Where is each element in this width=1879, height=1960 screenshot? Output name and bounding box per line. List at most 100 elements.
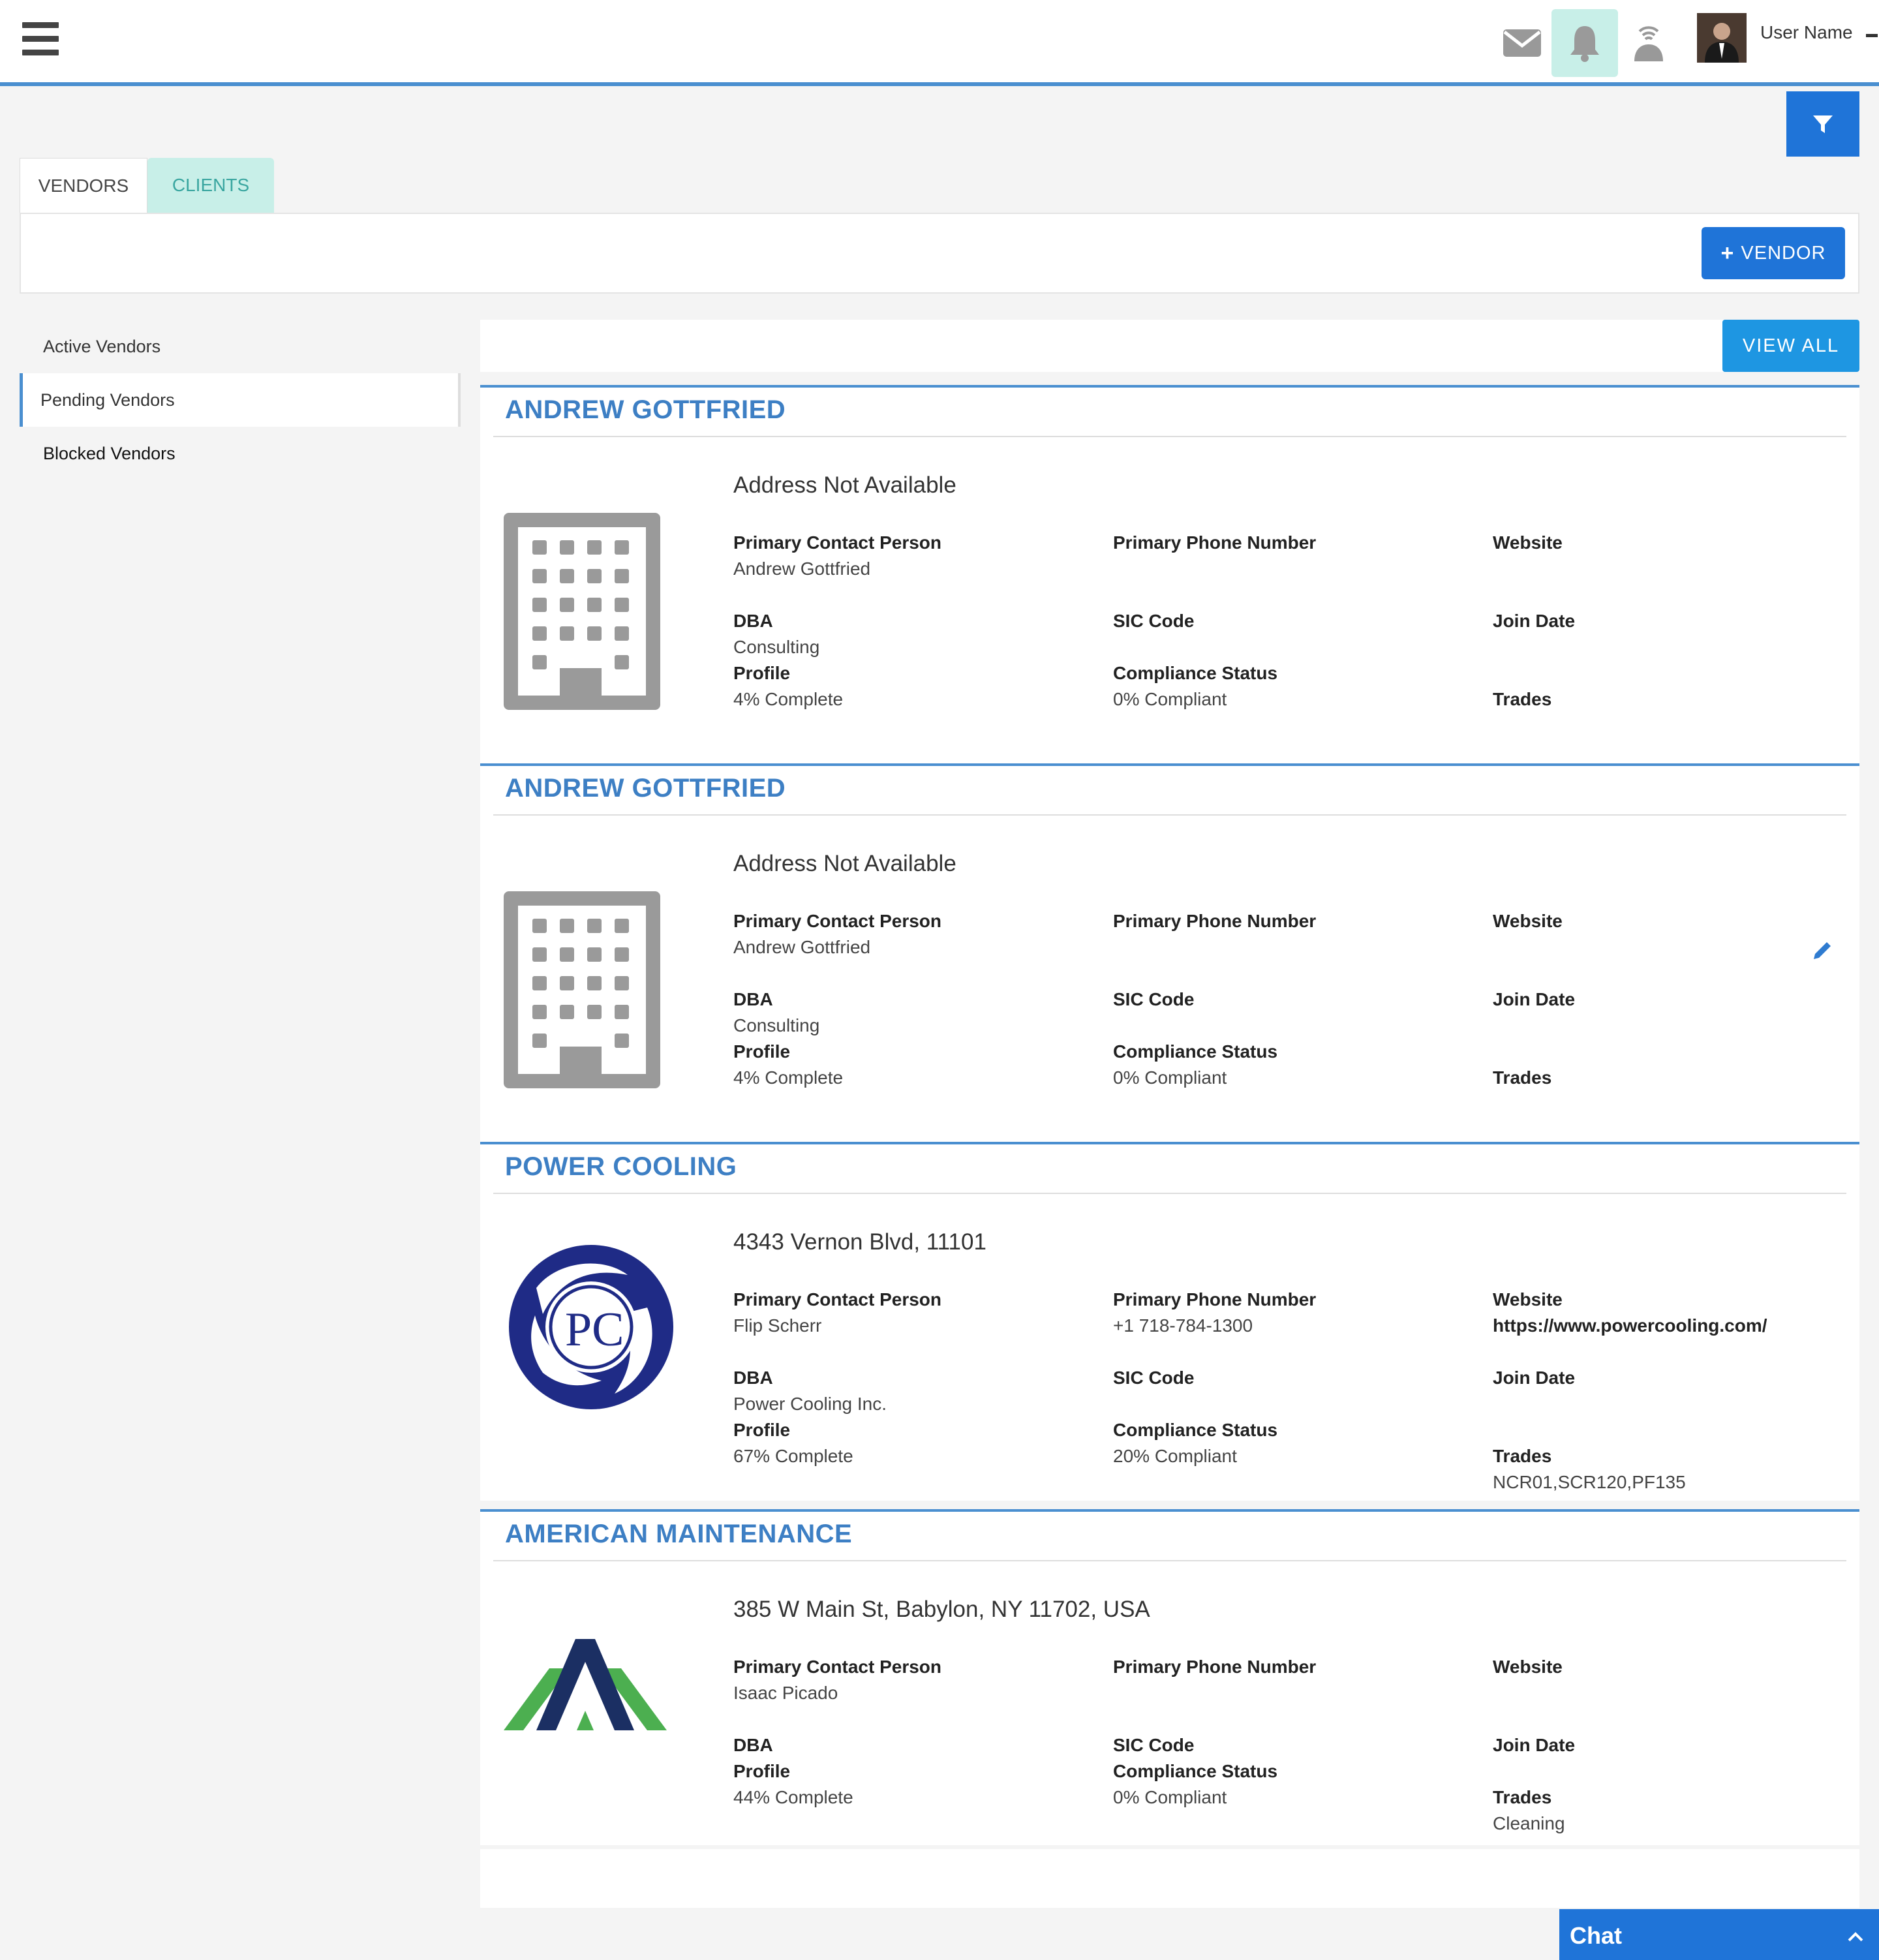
profile-label: Profile [733, 1041, 791, 1062]
compliance-value: 0% Compliant [1113, 1067, 1227, 1088]
vendor-address: Address Not Available [733, 851, 956, 876]
vendor-card: ANDREW GOTTFRIED Address Not Available P… [480, 385, 1859, 763]
list-toolbar [480, 320, 1859, 372]
divider [493, 436, 1846, 437]
user-name[interactable]: User Name [1760, 22, 1853, 43]
sidebar-item-blocked-vendors[interactable]: Blocked Vendors [20, 427, 461, 480]
contact-value: Flip Scherr [733, 1315, 822, 1336]
vendor-name[interactable]: ANDREW GOTTFRIED [505, 774, 786, 803]
profile-label: Profile [733, 1761, 791, 1781]
dba-label: DBA [733, 611, 773, 631]
profile-label: Profile [733, 1420, 791, 1440]
join-label: Join Date [1493, 1735, 1576, 1755]
tab-clients[interactable]: CLIENTS [147, 158, 274, 213]
contact-label: Primary Contact Person [733, 532, 941, 553]
phone-label: Primary Phone Number [1113, 532, 1317, 553]
join-label: Join Date [1493, 989, 1576, 1009]
list-footer [480, 1849, 1859, 1908]
phone-label: Primary Phone Number [1113, 1657, 1317, 1677]
compliance-label: Compliance Status [1113, 1420, 1278, 1440]
trades-value: Cleaning [1493, 1813, 1565, 1833]
vendor-address: Address Not Available [733, 472, 956, 498]
compliance-value: 0% Compliant [1113, 689, 1227, 709]
edit-pencil-icon[interactable] [1811, 940, 1833, 962]
vendor-name[interactable]: POWER COOLING [505, 1152, 737, 1182]
sidebar-item-active-vendors[interactable]: Active Vendors [20, 320, 461, 373]
vendor-name[interactable]: AMERICAN MAINTENANCE [505, 1520, 852, 1549]
menu-icon[interactable] [22, 22, 59, 60]
contact-label: Primary Contact Person [733, 911, 941, 931]
chevron-up-icon[interactable] [1842, 1923, 1869, 1950]
avatar[interactable] [1697, 13, 1747, 63]
divider [493, 1193, 1846, 1194]
trades-label: Trades [1493, 1787, 1552, 1807]
compliance-label: Compliance Status [1113, 663, 1278, 683]
profile-value: 44% Complete [733, 1787, 853, 1807]
power-cooling-logo-text: PC [565, 1303, 624, 1356]
profile-value: 4% Complete [733, 689, 844, 709]
vendor-address: 4343 Vernon Blvd, 11101 [733, 1229, 986, 1255]
vendor-name[interactable]: ANDREW GOTTFRIED [505, 395, 786, 425]
chat-widget[interactable]: Chat [1559, 1909, 1879, 1960]
contact-label: Primary Contact Person [733, 1289, 941, 1309]
compliance-value: 0% Compliant [1113, 1787, 1227, 1807]
sidebar-item-pending-vendors[interactable]: Pending Vendors [20, 373, 461, 427]
join-label: Join Date [1493, 1368, 1576, 1388]
dba-label: DBA [733, 1368, 773, 1388]
american-maintenance-logo [504, 1636, 667, 1734]
website-label: Website [1493, 532, 1563, 553]
sic-label: SIC Code [1113, 1368, 1195, 1388]
vendor-address: 385 W Main St, Babylon, NY 11702, USA [733, 1597, 1150, 1622]
contact-value: Andrew Gottfried [733, 559, 871, 579]
building-icon [504, 513, 660, 710]
signal-icon[interactable] [1615, 9, 1682, 77]
user-menu-caret-icon[interactable] [1866, 34, 1878, 37]
compliance-label: Compliance Status [1113, 1041, 1278, 1062]
dba-value: Consulting [733, 637, 820, 657]
sidebar: Active Vendors Pending Vendors Blocked V… [20, 320, 461, 480]
profile-label: Profile [733, 663, 791, 683]
sic-label: SIC Code [1113, 989, 1195, 1009]
vendor-card: ANDREW GOTTFRIED Address Not Available P… [480, 763, 1859, 1142]
plus-icon: + [1720, 240, 1735, 266]
filter-button[interactable] [1786, 91, 1859, 157]
website-label: Website [1493, 1289, 1563, 1309]
top-bar: User Name [0, 0, 1879, 86]
bell-icon[interactable] [1551, 9, 1618, 77]
power-cooling-logo: PC [504, 1242, 680, 1412]
filter-icon [1813, 115, 1833, 133]
trades-label: Trades [1493, 689, 1552, 709]
phone-value: +1 718-784-1300 [1113, 1315, 1253, 1336]
dba-label: DBA [733, 989, 773, 1009]
contact-label: Primary Contact Person [733, 1657, 941, 1677]
sic-label: SIC Code [1113, 1735, 1195, 1755]
website-label: Website [1493, 911, 1563, 931]
trades-label: Trades [1493, 1067, 1552, 1088]
website-value[interactable]: https://www.powercooling.com/ [1493, 1315, 1767, 1336]
vendor-card: AMERICAN MAINTENANCE 385 W Main St, Baby… [480, 1509, 1859, 1845]
add-vendor-label: VENDOR [1741, 242, 1826, 264]
contact-value: Isaac Picado [733, 1683, 838, 1703]
view-all-button[interactable]: VIEW ALL [1722, 320, 1859, 372]
phone-label: Primary Phone Number [1113, 911, 1317, 931]
vendor-card: POWER COOLING PC 4343 Vernon Blvd, 11101… [480, 1142, 1859, 1501]
dba-value: Consulting [733, 1015, 820, 1035]
chat-label: Chat [1570, 1922, 1622, 1949]
dba-value: Power Cooling Inc. [733, 1394, 887, 1414]
mail-icon[interactable] [1489, 9, 1555, 77]
sic-label: SIC Code [1113, 611, 1195, 631]
compliance-value: 20% Compliant [1113, 1446, 1237, 1466]
phone-label: Primary Phone Number [1113, 1289, 1317, 1309]
tab-vendors[interactable]: VENDORS [20, 158, 147, 213]
profile-value: 67% Complete [733, 1446, 853, 1466]
trades-label: Trades [1493, 1446, 1552, 1466]
toolbar-panel [20, 213, 1859, 294]
website-label: Website [1493, 1657, 1563, 1677]
contact-value: Andrew Gottfried [733, 937, 871, 957]
compliance-label: Compliance Status [1113, 1761, 1278, 1781]
divider [493, 814, 1846, 816]
trades-value: NCR01,SCR120,PF135 [1493, 1472, 1686, 1492]
building-icon [504, 891, 660, 1088]
add-vendor-button[interactable]: + VENDOR [1702, 227, 1845, 279]
divider [493, 1560, 1846, 1561]
